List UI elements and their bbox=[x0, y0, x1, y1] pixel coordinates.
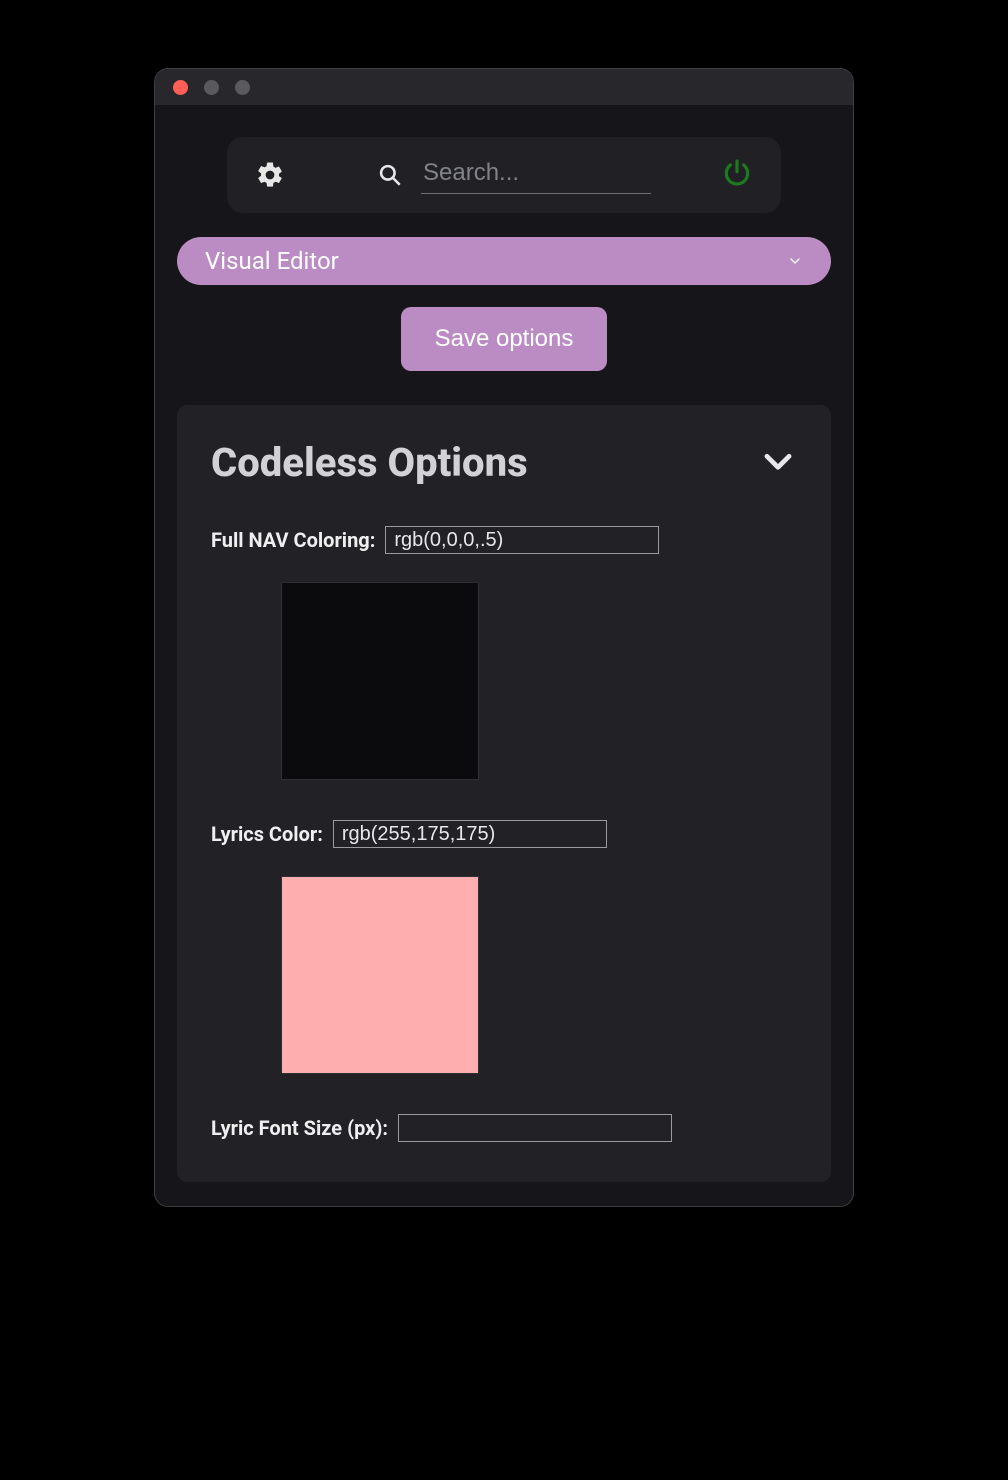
nav-color-input[interactable] bbox=[385, 526, 659, 554]
power-icon[interactable] bbox=[721, 157, 753, 193]
lyric-font-size-row: Lyric Font Size (px): bbox=[211, 1114, 797, 1142]
top-toolbar bbox=[227, 137, 781, 213]
lyrics-color-input[interactable] bbox=[333, 820, 607, 848]
search-input[interactable] bbox=[421, 157, 651, 194]
save-options-button[interactable]: Save options bbox=[401, 307, 608, 371]
window-zoom-dot[interactable] bbox=[235, 80, 250, 95]
window-content: Visual Editor Save options Codeless Opti… bbox=[155, 105, 853, 1206]
panel-title: Codeless Options bbox=[211, 439, 528, 486]
app-window: Visual Editor Save options Codeless Opti… bbox=[154, 68, 854, 1207]
gear-icon[interactable] bbox=[255, 160, 285, 190]
chevron-down-icon bbox=[759, 442, 797, 484]
nav-color-swatch[interactable] bbox=[281, 582, 479, 780]
lyrics-color-label: Lyrics Color: bbox=[211, 822, 323, 846]
options-panel: Codeless Options Full NAV Coloring: Lyri… bbox=[177, 405, 831, 1182]
nav-color-row: Full NAV Coloring: bbox=[211, 526, 797, 554]
window-titlebar bbox=[155, 69, 853, 105]
chevron-down-icon bbox=[787, 253, 803, 269]
window-minimize-dot[interactable] bbox=[204, 80, 219, 95]
panel-header[interactable]: Codeless Options bbox=[211, 439, 797, 486]
nav-color-label: Full NAV Coloring: bbox=[211, 528, 375, 552]
search-icon[interactable] bbox=[377, 162, 403, 188]
window-close-dot[interactable] bbox=[173, 80, 188, 95]
search-wrap bbox=[377, 157, 693, 194]
lyrics-color-row: Lyrics Color: bbox=[211, 820, 797, 848]
lyric-font-size-input[interactable] bbox=[398, 1114, 672, 1142]
lyric-font-size-label: Lyric Font Size (px): bbox=[211, 1116, 388, 1140]
section-dropdown[interactable]: Visual Editor bbox=[177, 237, 831, 285]
lyrics-color-swatch[interactable] bbox=[281, 876, 479, 1074]
dropdown-label: Visual Editor bbox=[205, 247, 339, 275]
